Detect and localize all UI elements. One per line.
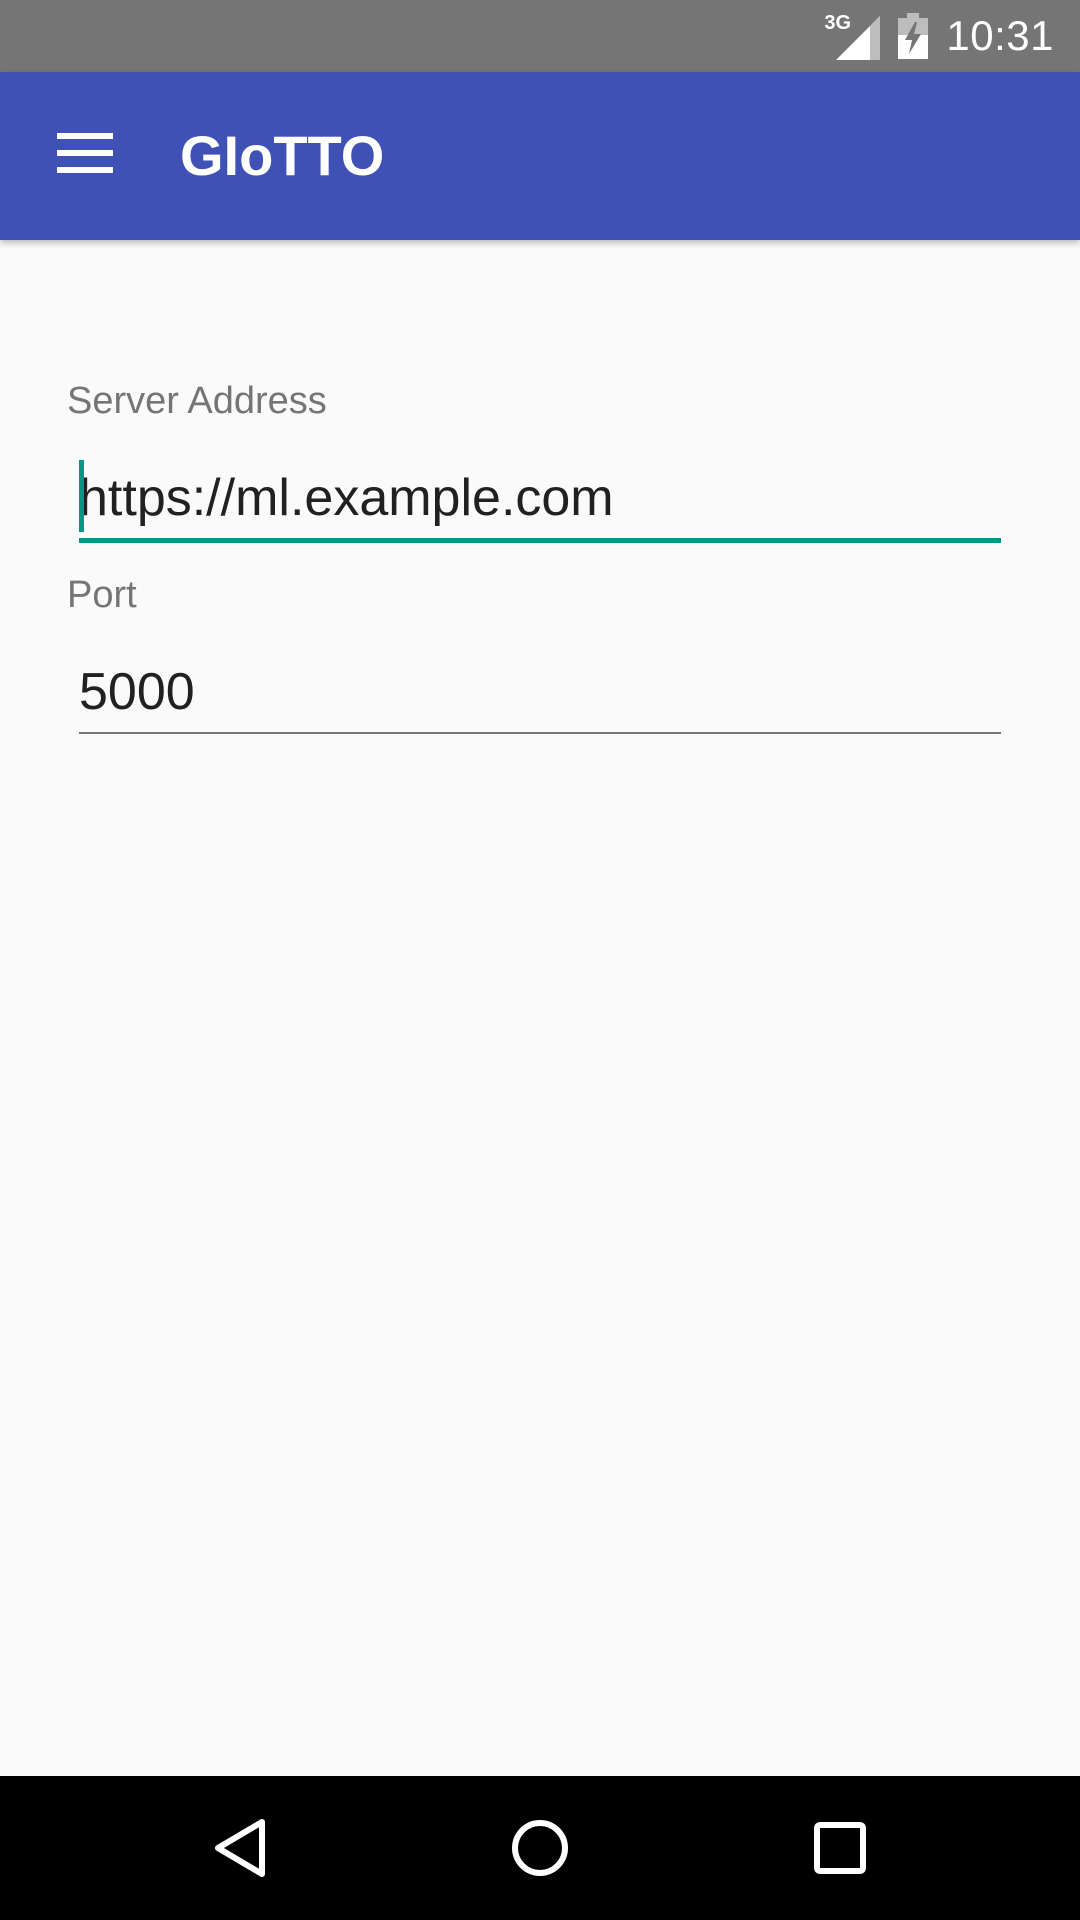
clock: 10:31 [946, 12, 1054, 59]
app-title: GIoTTO [180, 124, 385, 187]
server-address-input[interactable] [79, 458, 1001, 543]
status-icons: 3G 10:31 [824, 0, 1054, 72]
server-address-label: Server Address [67, 380, 327, 422]
recents-button[interactable] [804, 1812, 876, 1884]
text-cursor [79, 460, 84, 532]
settings-form: Server Address Port [0, 240, 1080, 1776]
back-icon [215, 1819, 265, 1877]
recents-icon [814, 1822, 866, 1874]
port-input[interactable] [79, 652, 1001, 734]
menu-button[interactable] [40, 108, 130, 198]
port-label: Port [67, 574, 137, 616]
battery-charging-icon [898, 13, 929, 59]
back-button[interactable] [204, 1812, 276, 1884]
hamburger-menu-icon [57, 133, 113, 173]
home-icon [512, 1820, 568, 1876]
navigation-bar [0, 1776, 1080, 1920]
signal-icon: 3G [824, 12, 881, 60]
app-bar: GIoTTO [0, 72, 1080, 240]
home-button[interactable] [504, 1812, 576, 1884]
status-bar: 3G 10:31 [0, 0, 1080, 72]
